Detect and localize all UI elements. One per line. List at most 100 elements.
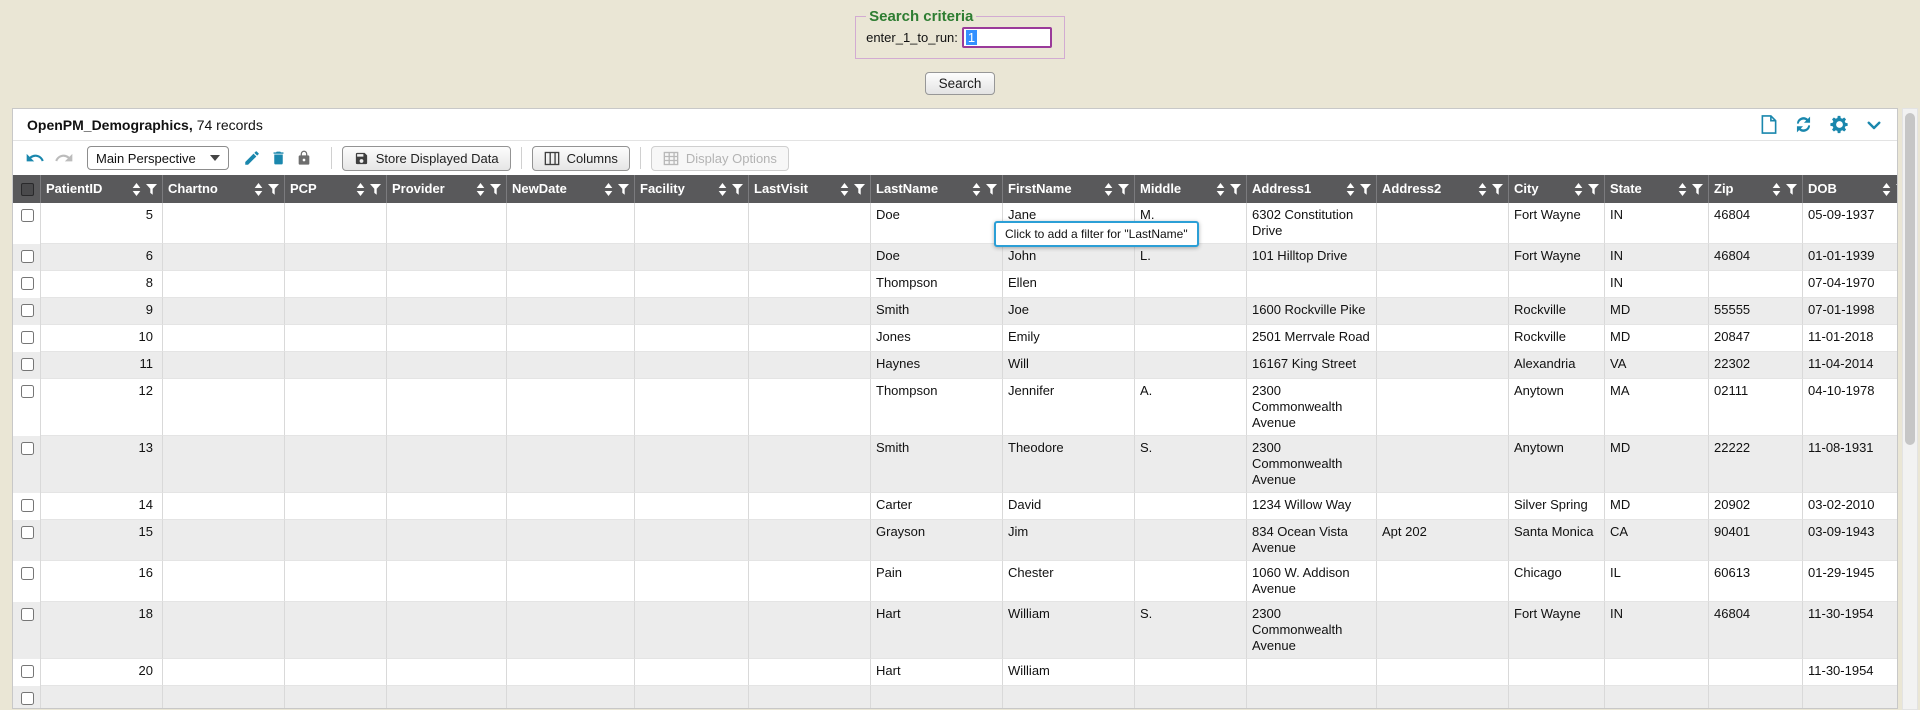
cell-patientid: 5 (41, 203, 163, 244)
lock-icon[interactable] (296, 149, 312, 167)
cell-provider (387, 602, 507, 659)
row-checkbox[interactable] (21, 385, 34, 398)
column-header-newdate[interactable]: NewDate (507, 175, 635, 203)
redo-icon[interactable] (54, 148, 74, 168)
row-checkbox[interactable] (21, 692, 34, 705)
column-header-pcp[interactable]: PCP (285, 175, 387, 203)
columns-button[interactable]: Columns (532, 146, 630, 171)
table-row: 13SmithTheodoreS.2300 Commonwealth Avenu… (13, 436, 1898, 493)
sort-icon[interactable] (1574, 183, 1583, 196)
cell-address1 (1247, 659, 1377, 686)
filter-icon[interactable] (268, 184, 279, 195)
sort-icon[interactable] (1216, 183, 1225, 196)
toolbar-separator (640, 147, 641, 169)
filter-icon[interactable] (1692, 184, 1703, 195)
columns-label: Columns (567, 151, 618, 166)
column-header-zip[interactable]: Zip (1709, 175, 1803, 203)
column-header-provider[interactable]: Provider (387, 175, 507, 203)
filter-icon[interactable] (618, 184, 629, 195)
cell-lastvisit (749, 379, 871, 436)
column-header-patientid[interactable]: PatientID (41, 175, 163, 203)
row-checkbox[interactable] (21, 499, 34, 512)
sort-icon[interactable] (254, 183, 263, 196)
delete-trash-icon[interactable] (270, 149, 287, 167)
column-header-city[interactable]: City (1509, 175, 1605, 203)
filter-icon[interactable] (854, 184, 865, 195)
report-page-icon[interactable] (1760, 114, 1778, 135)
search-criteria-area: Search criteria enter_1_to_run: 1 Search (0, 0, 1920, 108)
sort-icon[interactable] (718, 183, 727, 196)
filter-icon[interactable] (490, 184, 501, 195)
row-checkbox[interactable] (21, 442, 34, 455)
row-checkbox[interactable] (21, 358, 34, 371)
refresh-icon[interactable] (1793, 114, 1814, 135)
sort-icon[interactable] (972, 183, 981, 196)
run-input[interactable]: 1 (962, 27, 1052, 48)
sort-icon[interactable] (1882, 183, 1891, 196)
filter-icon[interactable] (986, 184, 997, 195)
sort-icon[interactable] (840, 183, 849, 196)
sort-icon[interactable] (1772, 183, 1781, 196)
edit-pencil-icon[interactable] (243, 149, 261, 167)
row-checkbox[interactable] (21, 665, 34, 678)
undo-icon[interactable] (25, 148, 45, 168)
filter-icon[interactable] (370, 184, 381, 195)
column-header-state[interactable]: State (1605, 175, 1709, 203)
chevron-down-icon[interactable] (1865, 116, 1883, 134)
sort-icon[interactable] (604, 183, 613, 196)
cell-newdate (507, 203, 635, 244)
column-header-lastvisit[interactable]: LastVisit (749, 175, 871, 203)
cell-dob: 11-04-2014 (1803, 352, 1898, 379)
row-checkbox[interactable] (21, 304, 34, 317)
sort-icon[interactable] (476, 183, 485, 196)
column-header-middle[interactable]: Middle (1135, 175, 1247, 203)
filter-icon[interactable] (1896, 184, 1898, 195)
cell-address1 (1247, 686, 1377, 709)
search-button[interactable]: Search (925, 72, 996, 95)
filter-icon[interactable] (732, 184, 743, 195)
row-checkbox[interactable] (21, 209, 34, 222)
sort-icon[interactable] (1346, 183, 1355, 196)
select-all-checkbox[interactable] (21, 183, 34, 196)
cell-middle (1135, 325, 1247, 352)
filter-icon[interactable] (1360, 184, 1371, 195)
row-checkbox[interactable] (21, 277, 34, 290)
sort-icon[interactable] (1104, 183, 1113, 196)
cell-chartno (163, 493, 285, 520)
sort-icon[interactable] (132, 183, 141, 196)
column-header-firstname[interactable]: FirstName (1003, 175, 1135, 203)
vertical-scrollbar[interactable] (1902, 108, 1918, 710)
row-checkbox[interactable] (21, 567, 34, 580)
sort-icon[interactable] (1678, 183, 1687, 196)
column-header-facility[interactable]: Facility (635, 175, 749, 203)
filter-icon[interactable] (1786, 184, 1797, 195)
store-displayed-data-button[interactable]: Store Displayed Data (342, 146, 511, 171)
column-header-lastname[interactable]: LastName (871, 175, 1003, 203)
filter-icon[interactable] (146, 184, 157, 195)
cell-newdate (507, 436, 635, 493)
column-header-address2[interactable]: Address2 (1377, 175, 1509, 203)
filter-icon[interactable] (1230, 184, 1241, 195)
filter-icon[interactable] (1118, 184, 1129, 195)
row-checkbox[interactable] (21, 526, 34, 539)
perspective-select[interactable]: Main Perspective (87, 146, 229, 170)
sort-icon[interactable] (1478, 183, 1487, 196)
row-checkbox[interactable] (21, 250, 34, 263)
scrollbar-thumb[interactable] (1905, 113, 1915, 445)
row-checkbox[interactable] (21, 608, 34, 621)
sort-icon[interactable] (356, 183, 365, 196)
column-header-dob[interactable]: DOB (1803, 175, 1898, 203)
panel-title-icons (1760, 114, 1883, 135)
filter-icon[interactable] (1588, 184, 1599, 195)
cell-lastname: Smith (871, 298, 1003, 325)
filter-icon[interactable] (1492, 184, 1503, 195)
display-options-button[interactable]: Display Options (651, 146, 789, 171)
row-checkbox[interactable] (21, 331, 34, 344)
cell-state (1605, 659, 1709, 686)
column-header-address1[interactable]: Address1 (1247, 175, 1377, 203)
settings-gear-icon[interactable] (1829, 114, 1850, 135)
cell-lastvisit (749, 520, 871, 561)
table-name: OpenPM_Demographics, (27, 117, 193, 133)
cell-lastvisit (749, 602, 871, 659)
column-header-chartno[interactable]: Chartno (163, 175, 285, 203)
